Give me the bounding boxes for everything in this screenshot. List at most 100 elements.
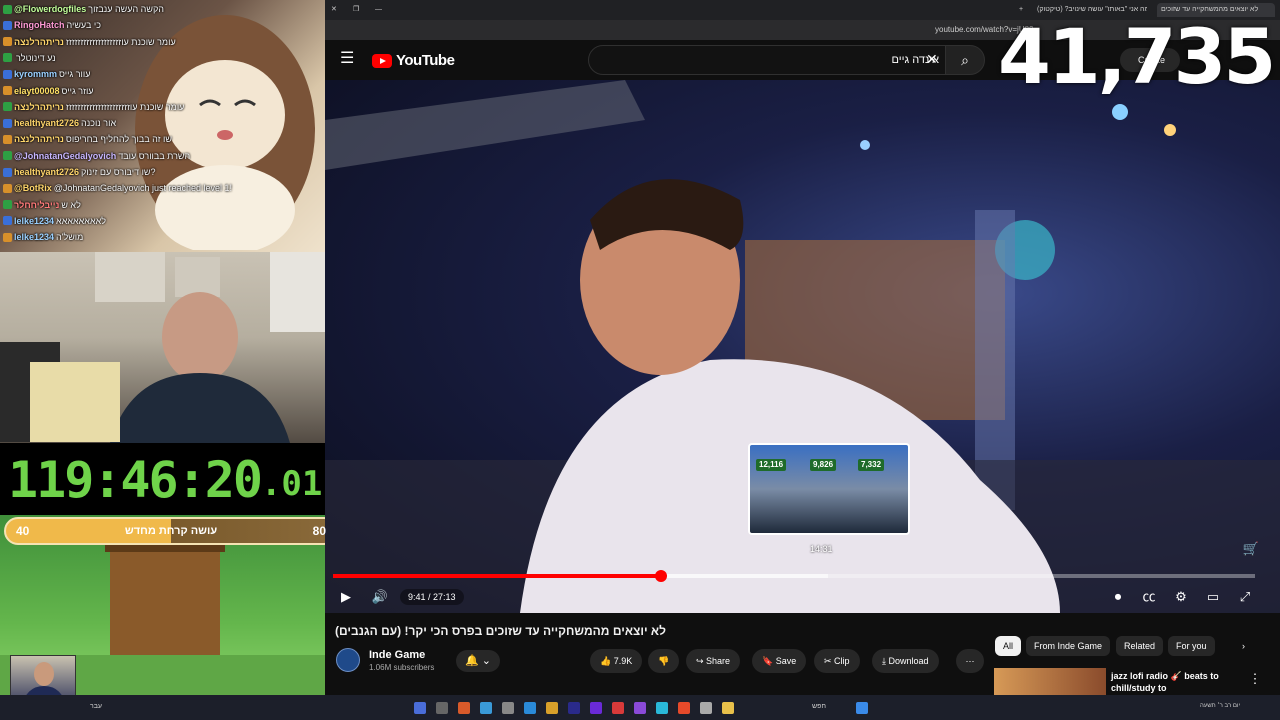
more-actions-button[interactable]: ⋯ xyxy=(956,649,984,673)
restore-icon[interactable]: ❐ xyxy=(353,3,367,17)
seek-preview-time: 14:31 xyxy=(810,544,833,554)
recommendation-thumbnail[interactable] xyxy=(994,668,1106,695)
like-count: 7.9K xyxy=(613,656,633,666)
taskbar-app-icon[interactable] xyxy=(612,702,624,714)
recommendation-title[interactable]: jazz lofi radio 🎸 beats to chill/study t… xyxy=(1111,670,1241,694)
chat-username[interactable]: נייבליחחלר xyxy=(14,198,59,212)
chat-badge-icon xyxy=(3,216,12,226)
xp-end: 80 xyxy=(312,524,326,538)
taskbar-app-icon[interactable] xyxy=(480,702,492,714)
chat-username[interactable]: RingoHatch xyxy=(14,18,65,32)
timer-main: 119:46:20 xyxy=(8,451,263,509)
play-icon[interactable]: ▶ xyxy=(337,588,355,606)
chat-username[interactable]: lelke1234 xyxy=(14,230,54,244)
chip-from-channel[interactable]: From Inde Game xyxy=(1026,636,1111,656)
chat-username[interactable]: @JohnatanGedalyovich xyxy=(14,149,116,163)
dislike-button[interactable]: 👎 xyxy=(648,649,680,673)
settings-gear-icon[interactable]: ⚙ xyxy=(1172,588,1190,606)
chat-message: @JohnatanGedalyovich השרת בבוורס עובד xyxy=(3,149,190,163)
channel-avatar[interactable] xyxy=(336,648,360,672)
miniplayer-icon[interactable]: ▭ xyxy=(1204,588,1222,606)
preview-score: 7,332 xyxy=(858,459,885,471)
chat-text: לאאאאאאאא xyxy=(56,215,107,226)
thumbs-up-icon: 👍 xyxy=(600,656,614,666)
search-icon: ⌕ xyxy=(961,52,969,68)
chat-badge-icon xyxy=(3,69,12,79)
chat-username[interactable]: healthyant2726 xyxy=(14,165,79,179)
taskbar-search-label[interactable]: חפש xyxy=(812,703,826,710)
chat-badge-icon xyxy=(3,102,12,112)
taskbar-app-icon[interactable] xyxy=(502,702,514,714)
notifications-bell-button[interactable]: 🔔 ⌄ xyxy=(456,650,500,672)
chat-username[interactable]: @Flowerdogfiles xyxy=(14,2,86,16)
taskbar-app-icon[interactable] xyxy=(436,702,448,714)
taskbar-app-icon[interactable] xyxy=(458,702,470,714)
chat-badge-icon xyxy=(3,183,12,193)
chat-username[interactable]: נריתהרלנצה xyxy=(14,100,64,114)
chat-text: מושל'ה xyxy=(56,232,84,243)
chat-username[interactable]: נריתהרלנצה xyxy=(14,35,64,49)
clip-button[interactable]: ✂ Clip xyxy=(814,649,860,673)
recommendation-menu-icon[interactable]: ⋮ xyxy=(1246,670,1264,688)
chat-message: kyrommm עוור גייס xyxy=(3,67,90,81)
chat-username[interactable]: @BotRix xyxy=(14,181,52,195)
taskbar-app-icon[interactable] xyxy=(700,702,712,714)
chat-username[interactable]: lelke1234 xyxy=(14,214,54,228)
chat-text: הקשה העשה ענבזוך xyxy=(88,4,164,14)
chip-all[interactable]: All xyxy=(995,636,1022,656)
close-window-icon[interactable]: ✕ xyxy=(331,3,345,17)
taskbar-app-icon[interactable] xyxy=(678,702,690,714)
seek-preview-thumbnail: 12,116 9,826 7,332 xyxy=(748,443,910,535)
like-button[interactable]: 👍 7.9K xyxy=(590,649,643,673)
windows-start-icon[interactable] xyxy=(856,702,868,714)
clip-label: Clip xyxy=(834,656,850,666)
chat-message: נריתהרלנצה עומר שוכנת עוזזזזזזזזזזזזזזזזז… xyxy=(3,35,176,49)
clear-search-icon[interactable]: ✕ xyxy=(926,50,942,68)
chat-badge-icon xyxy=(3,167,12,177)
volume-icon[interactable]: 🔊 xyxy=(371,588,389,606)
chat-message: elayt00008 עוזר גייס xyxy=(3,84,94,98)
chat-username[interactable]: kyrommm xyxy=(14,67,57,81)
save-button[interactable]: 🔖 Save xyxy=(752,649,807,673)
webcam-feed xyxy=(0,252,340,443)
chat-text: השרת בבוורס עובד xyxy=(118,150,191,161)
hamburger-menu-icon[interactable]: ☰ xyxy=(340,50,358,68)
viewer-counter: 41,735 xyxy=(998,12,1276,101)
shopping-icon[interactable]: 🛒 xyxy=(1242,540,1260,558)
autoplay-toggle[interactable]: ⏺ xyxy=(1106,588,1130,606)
scrubber-handle[interactable] xyxy=(655,570,667,582)
youtube-logo[interactable]: YouTube xyxy=(372,52,455,69)
taskbar-app-icon[interactable] xyxy=(590,702,602,714)
chat-text: לא ש xyxy=(61,199,81,210)
stream-timer: 119:46:20.01 xyxy=(0,443,342,515)
save-label: Save xyxy=(775,656,797,666)
time-display: 9:41 / 27:13 xyxy=(400,589,464,605)
minimize-icon[interactable]: — xyxy=(375,3,389,17)
taskbar-app-icon[interactable] xyxy=(722,702,734,714)
search-button[interactable]: ⌕ xyxy=(945,45,985,75)
taskbar-app-icon[interactable] xyxy=(634,702,646,714)
channel-subscribers: 1.06M subscribers xyxy=(369,663,435,672)
chat-username[interactable]: נריתהרלנצה xyxy=(14,132,64,146)
share-button[interactable]: ↪ Share xyxy=(686,649,741,673)
chip-for-you[interactable]: For you xyxy=(1168,636,1215,656)
chat-username[interactable]: elayt00008 xyxy=(14,84,60,98)
chat-text: שו דיבורס עם זינוק? xyxy=(81,167,156,177)
search-input[interactable]: אינדה גיים xyxy=(588,45,950,75)
taskbar-app-icon[interactable] xyxy=(524,702,536,714)
channel-name[interactable]: Inde Game xyxy=(369,649,425,661)
taskbar-left-text: עבר xyxy=(90,703,103,710)
chat-text: נע דינוטלר xyxy=(16,52,56,63)
taskbar-app-icon[interactable] xyxy=(546,702,558,714)
chat-message: @Flowerdogfiles הקשה העשה ענבזוך xyxy=(3,2,164,16)
taskbar-app-icon[interactable] xyxy=(568,702,580,714)
chat-badge-icon xyxy=(3,37,12,47)
fullscreen-icon[interactable]: ⤢ xyxy=(1236,588,1254,606)
download-button[interactable]: ⤓ Download xyxy=(872,649,939,673)
chip-related[interactable]: Related xyxy=(1116,636,1164,656)
chat-username[interactable]: healthyant2726 xyxy=(14,116,79,130)
taskbar-app-icon[interactable] xyxy=(414,702,426,714)
taskbar-app-icon[interactable] xyxy=(656,702,668,714)
subtitles-icon[interactable]: ㏄ xyxy=(1140,588,1158,606)
chips-next-icon[interactable]: › xyxy=(1234,636,1253,656)
